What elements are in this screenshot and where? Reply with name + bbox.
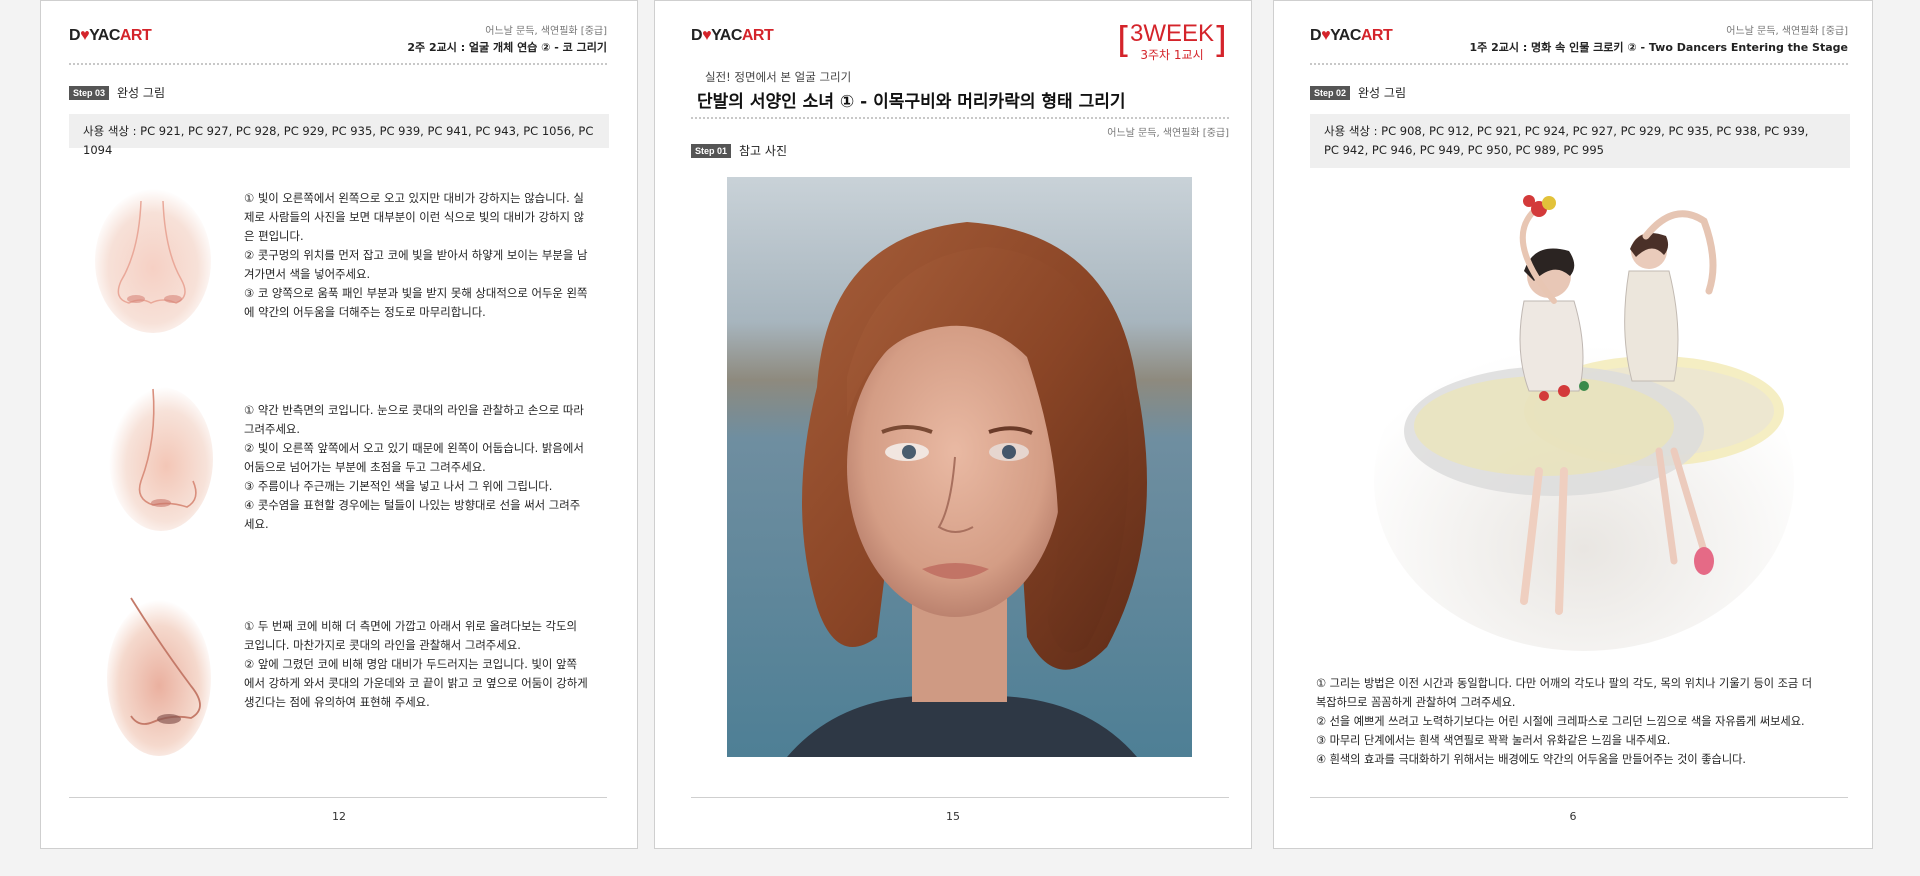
nose-drawing-three-quarter	[109, 387, 213, 531]
description-block-1: ① 빛이 오른쪽에서 왼쪽으로 오고 있지만 대비가 강하지는 않습니다. 실 …	[244, 191, 588, 319]
lesson-subtitle: 실전! 정면에서 본 얼굴 그리기	[705, 70, 852, 84]
right-page: D♥YACART 어느날 문득, 색연필화 [중급] 1주 2교시 : 명화 속…	[1273, 0, 1873, 849]
left-page: D♥YACART 어느날 문득, 색연필화 [중급] 2주 2교시 : 얼굴 개…	[40, 0, 638, 849]
footer-divider	[69, 797, 607, 798]
lesson-title: 단발의 서양인 소녀 ① - 이목구비와 머리카락의 형태 그리기	[697, 92, 1126, 112]
doyac-art-logo: D♥YACART	[69, 27, 152, 44]
step-badge: Step 01	[691, 143, 732, 158]
color-list: 사용 색상 : PC 908, PC 912, PC 921, PC 924, …	[1310, 114, 1850, 168]
week-number: 3WEEK	[1129, 20, 1215, 47]
footer-divider	[1310, 797, 1848, 798]
nose-drawing-front	[95, 189, 211, 333]
step-header: Step 03 완성 그림	[69, 84, 165, 101]
color-list: 사용 색상 : PC 921, PC 927, PC 928, PC 929, …	[69, 114, 609, 157]
doyac-art-logo: D♥YACART	[1310, 27, 1393, 44]
two-dancers-drawing	[1374, 195, 1794, 651]
description-block-3: ① 두 번째 코에 비해 더 측면에 가깝고 아래서 위로 올려다보는 각도의 …	[244, 619, 588, 709]
description-block-2: ① 약간 반측면의 코입니다. 눈으로 콧대의 라인을 관찰하고 손으로 따라 …	[244, 403, 584, 531]
lesson-title: 1주 2교시 : 명화 속 인물 크로키 ② - Two Dancers Ent…	[1469, 41, 1849, 54]
page-number: 15	[946, 810, 960, 823]
page-number: 12	[332, 810, 346, 823]
step-header: Step 01 참고 사진	[691, 142, 787, 159]
header-divider	[69, 63, 607, 65]
step-header: Step 02 완성 그림	[1310, 84, 1406, 101]
header-divider	[1310, 63, 1848, 65]
nose-drawing-profile	[107, 597, 211, 756]
description-block: ① 그리는 방법은 이전 시간과 동일합니다. 다만 어깨의 각도나 팔의 각도…	[1316, 677, 1813, 766]
series-label: 어느날 문득, 색연필화 [중급]	[485, 26, 607, 37]
reference-photo-portrait	[727, 177, 1192, 757]
series-label: 어느날 문득, 색연필화 [중급]	[1726, 26, 1848, 37]
header-divider	[691, 117, 1229, 119]
lesson-title: 2주 2교시 : 얼굴 개체 연습 ② - 코 그리기	[407, 41, 607, 54]
step-badge: Step 03	[69, 85, 110, 100]
doyac-art-logo: D♥YACART	[691, 27, 774, 44]
footer-divider	[691, 797, 1229, 798]
middle-page: D♥YACART [ ] 3WEEK 3주차 1교시 실전! 정면에서 본 얼굴…	[654, 0, 1252, 849]
week-session: 3주차 1교시	[1140, 48, 1204, 62]
step-label: 완성 그림	[1358, 86, 1406, 100]
step-label: 완성 그림	[117, 86, 165, 100]
step-label: 참고 사진	[739, 144, 787, 158]
step-badge: Step 02	[1310, 85, 1351, 100]
page-number: 6	[1569, 810, 1577, 823]
week-marker: [ ] 3WEEK 3주차 1교시	[1117, 20, 1227, 63]
series-label: 어느날 문득, 색연필화 [중급]	[1107, 128, 1229, 139]
